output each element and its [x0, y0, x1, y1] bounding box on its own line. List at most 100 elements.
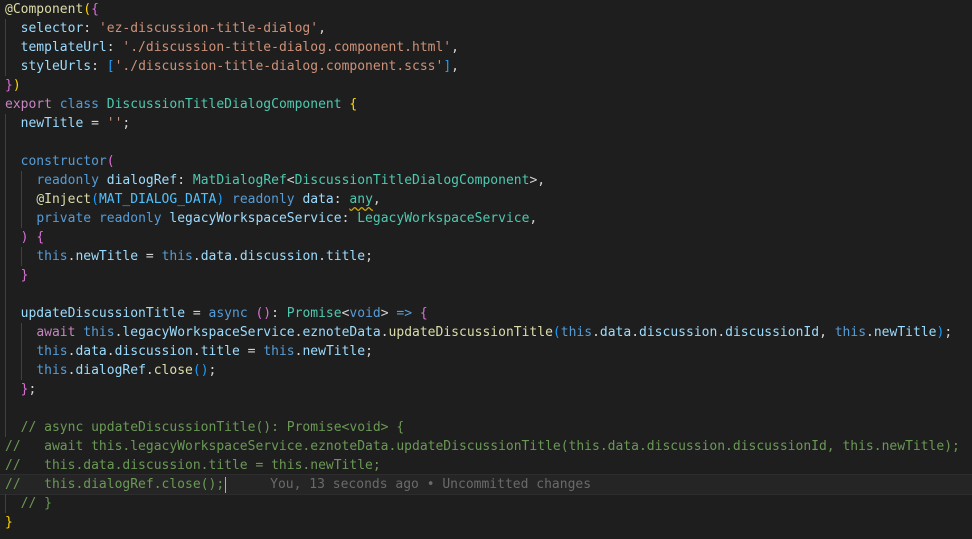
indent-guide [5, 380, 6, 399]
indent-guide [5, 133, 6, 152]
indent-guide [20, 361, 22, 380]
code-line[interactable]: constructor( [0, 152, 972, 171]
git-blame-annotation: You, 13 seconds ago • Uncommitted change… [270, 477, 592, 492]
code-token: this [263, 344, 295, 359]
code-token: , [372, 192, 381, 207]
code-line[interactable]: newTitle = ''; [0, 114, 972, 133]
code-line[interactable]: @Component({ [0, 0, 972, 19]
code-token: () [192, 363, 209, 378]
code-token: this [834, 325, 867, 340]
code-token: this [161, 249, 193, 264]
code-token: , [451, 59, 459, 74]
code-line[interactable] [0, 133, 972, 152]
code-token: // this.data.discussion.title = this.new… [5, 458, 381, 473]
code-line[interactable]: await this.legacyWorkspaceService.eznote… [0, 323, 972, 342]
code-token: ; [28, 382, 37, 397]
code-line[interactable]: ) { [0, 228, 972, 247]
code-token: DiscussionTitleDialogComponent [294, 173, 530, 188]
code-token: ; [122, 116, 131, 131]
code-token: title [200, 344, 240, 359]
code-token: close [153, 363, 193, 378]
code-line[interactable]: this.newTitle = this.data.discussion.tit… [0, 247, 972, 266]
code-token: selector [20, 21, 84, 36]
code-line[interactable]: }) [0, 76, 972, 95]
code-token: = [185, 306, 209, 321]
code-line[interactable]: }; [0, 380, 972, 399]
code-line[interactable]: updateDiscussionTitle = async (): Promis… [0, 304, 972, 323]
code-token: ; [208, 363, 217, 378]
code-line[interactable]: @Inject(MAT_DIALOG_DATA) readonly data: … [0, 190, 972, 209]
code-line[interactable]: // } [0, 494, 972, 513]
code-token: = [239, 344, 264, 359]
code-token: 'ez-discussion-title-dialog' [98, 21, 319, 36]
code-token: data [599, 325, 632, 340]
code-token: newTitle [873, 325, 937, 340]
code-token: templateUrl [20, 40, 107, 55]
indent-guide [5, 38, 6, 57]
code-token: readonly [36, 173, 99, 188]
code-token: class [59, 97, 99, 112]
code-token: . [866, 325, 874, 340]
code-token: } [20, 268, 29, 283]
code-token: { [36, 230, 45, 245]
indent-guide [5, 418, 6, 437]
code-token: eznoteData [302, 325, 381, 340]
indent-guide [5, 399, 6, 418]
code-line[interactable]: } [0, 266, 972, 285]
code-line[interactable]: selector: 'ez-discussion-title-dialog', [0, 19, 972, 38]
code-token: any [349, 192, 373, 207]
code-token: styleUrls [20, 59, 92, 74]
code-token: export [5, 97, 52, 112]
code-token: data [200, 249, 233, 264]
code-token: data [302, 192, 334, 207]
code-line[interactable]: styleUrls: ['./discussion-title-dialog.c… [0, 57, 972, 76]
code-token: dialogRef [106, 173, 178, 188]
code-line[interactable]: // async updateDiscussionTitle(): Promis… [0, 418, 972, 437]
indent-guide [5, 228, 6, 247]
code-token: { [349, 97, 358, 112]
code-token: @Inject [36, 192, 92, 207]
code-editor[interactable]: @Component({ selector: 'ez-discussion-ti… [0, 0, 972, 539]
code-token: this [560, 325, 593, 340]
code-line[interactable]: // this.dialogRef.close(); You, 13 second… [0, 474, 972, 495]
indent-guide [5, 190, 6, 209]
code-line[interactable]: // await this.legacyWorkspaceService.ezn… [0, 437, 972, 456]
code-line[interactable]: export class DiscussionTitleDialogCompon… [0, 95, 972, 114]
code-line[interactable] [0, 399, 972, 418]
code-line[interactable] [0, 285, 972, 304]
code-line[interactable]: } [0, 513, 972, 534]
code-token: : [333, 192, 350, 207]
code-token: newTitle [75, 249, 139, 264]
code-token: // async updateDiscussionTitle(): Promis… [20, 420, 405, 435]
code-token: = [83, 116, 107, 131]
code-line[interactable]: this.dialogRef.close(); [0, 361, 972, 380]
code-token: './discussion-title-dialog.component.scs… [114, 59, 444, 74]
indent-guide [20, 209, 22, 228]
code-token: < [286, 173, 295, 188]
code-line[interactable]: this.data.discussion.title = this.newTit… [0, 342, 972, 361]
code-line[interactable]: private readonly legacyWorkspaceService:… [0, 209, 972, 228]
code-line[interactable]: // this.data.discussion.title = this.new… [0, 456, 972, 475]
code-token: legacyWorkspaceService [122, 325, 295, 340]
indent-guide [20, 323, 22, 342]
code-token: . [717, 325, 726, 340]
code-token: this [83, 325, 115, 340]
code-token: : [83, 21, 99, 36]
code-token: updateDiscussionTitle [20, 306, 186, 321]
indent-guide [5, 285, 6, 304]
code-token: . [145, 363, 154, 378]
code-token: , [537, 173, 546, 188]
code-token: // await this.legacyWorkspaceService.ezn… [5, 439, 960, 454]
code-token: ( [552, 325, 561, 340]
code-token: void [349, 306, 381, 321]
code-line[interactable]: templateUrl: './discussion-title-dialog.… [0, 38, 972, 57]
code-token: private [36, 211, 92, 226]
code-token: LegacyWorkspaceService [357, 211, 530, 226]
code-token: dialogRef [75, 363, 146, 378]
indent-guide [20, 171, 22, 190]
code-line[interactable]: readonly dialogRef: MatDialogRef<Discuss… [0, 171, 972, 190]
indent-guide [5, 323, 6, 342]
